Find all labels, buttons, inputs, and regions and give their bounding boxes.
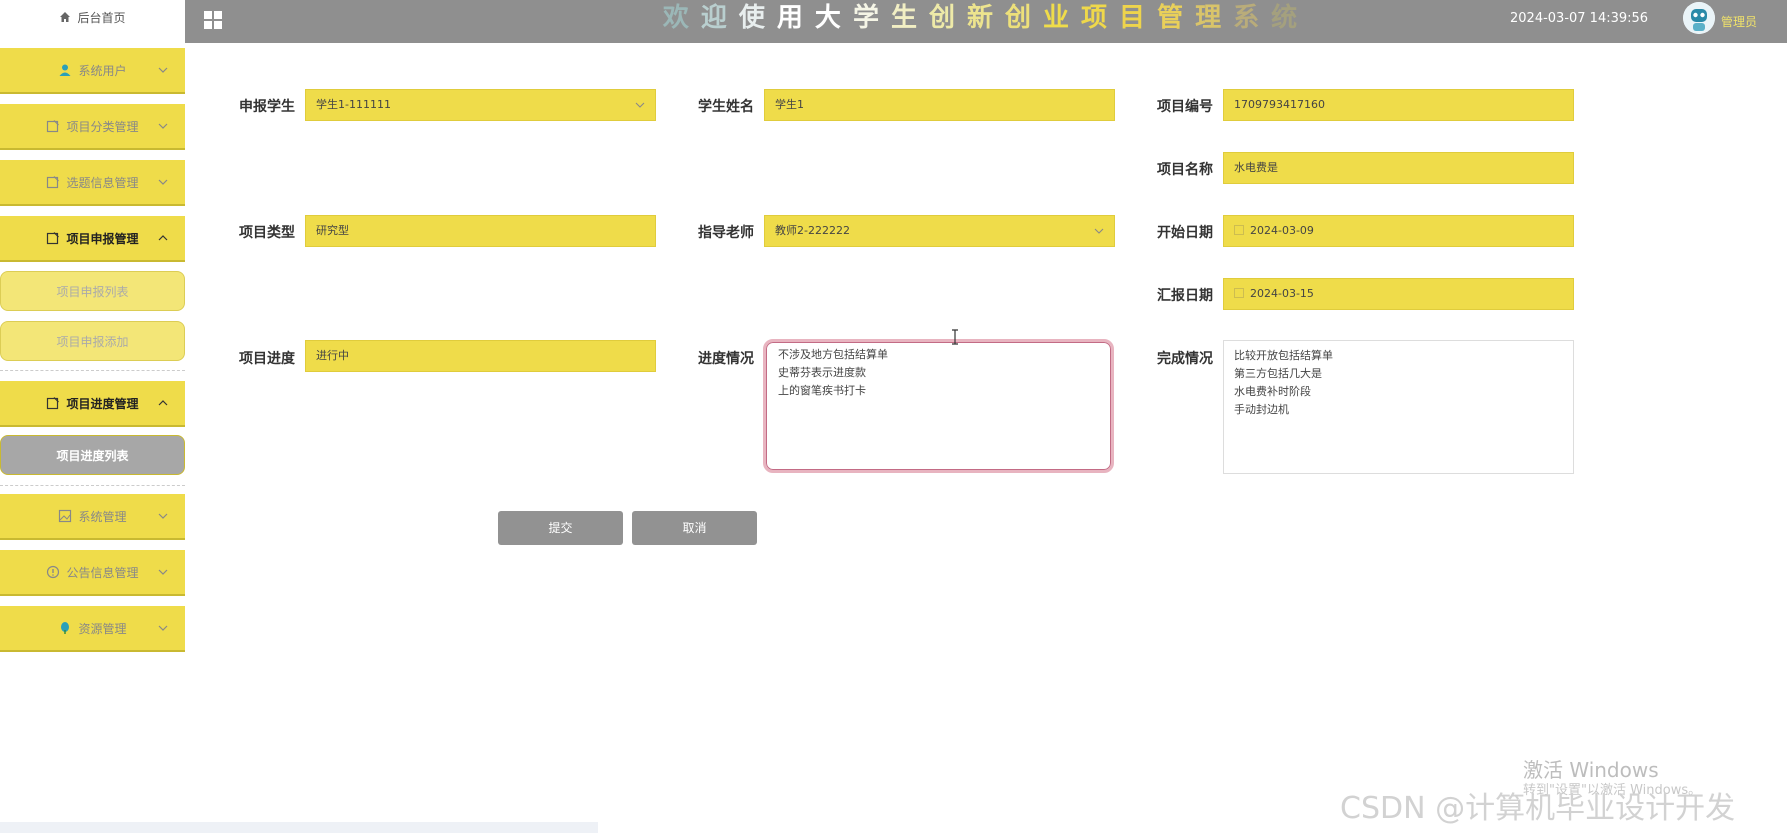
sidebar-subitem-application-list[interactable]: 项目申报列表	[0, 271, 185, 311]
sidebar-item-project-category[interactable]: 项目分类管理	[0, 104, 185, 150]
completion-label: 完成情况	[1157, 351, 1213, 367]
divider	[0, 370, 185, 371]
teacher-select[interactable]: 教师2-222222	[764, 215, 1115, 247]
image-icon	[59, 509, 72, 523]
completion-textarea[interactable]: 比较开放包括结算单 第三方包括几大是 水电费补时阶段 手动封边机	[1223, 340, 1574, 474]
chevron-up-icon	[158, 235, 168, 241]
sidebar-item-label: 资源管理	[78, 621, 127, 636]
chevron-down-icon	[1094, 228, 1104, 234]
student-name-field[interactable]: 学生1	[764, 89, 1115, 121]
sidebar-subitem-label: 项目申报列表	[56, 284, 129, 299]
chevron-up-icon	[158, 400, 168, 406]
sidebar-item-system-management[interactable]: 系统管理	[0, 494, 185, 540]
student-value: 学生1-111111	[316, 98, 391, 111]
student-select[interactable]: 学生1-111111	[305, 89, 656, 121]
project-name-value: 水电费是	[1234, 161, 1278, 174]
chevron-down-icon	[158, 569, 168, 575]
sidebar-item-label: 系统管理	[78, 509, 127, 524]
chevron-down-icon	[158, 179, 168, 185]
sidebar-item-label: 项目申报管理	[66, 231, 139, 246]
project-no-value: 1709793417160	[1234, 98, 1325, 111]
avatar[interactable]	[1683, 2, 1715, 34]
sidebar-item-label: 系统用户	[78, 63, 127, 78]
project-type-value: 研究型	[316, 224, 349, 237]
current-datetime: 2024-03-07 14:39:56	[1510, 11, 1649, 26]
student-name-value: 学生1	[775, 98, 804, 111]
cancel-button[interactable]: 取消	[632, 511, 757, 545]
submit-button[interactable]: 提交	[498, 511, 623, 545]
report-date-picker[interactable]: 2024-03-15	[1223, 278, 1574, 310]
progress-detail-label: 进度情况	[698, 351, 754, 367]
report-date-value: 2024-03-15	[1250, 287, 1314, 300]
sidebar-item-resources[interactable]: 资源管理	[0, 606, 185, 652]
text-cursor-icon	[952, 329, 958, 345]
project-name-field[interactable]: 水电费是	[1223, 152, 1574, 184]
edit-icon	[47, 232, 60, 245]
teacher-label: 指导老师	[698, 225, 754, 241]
sidebar-item-label: 项目进度管理	[66, 396, 139, 411]
project-no-label: 项目编号	[1157, 99, 1213, 115]
sidebar-subitem-application-add[interactable]: 项目申报添加	[0, 321, 185, 361]
leaf-icon	[61, 622, 70, 634]
sidebar-subitem-label: 项目申报添加	[56, 334, 129, 349]
chevron-down-icon	[158, 625, 168, 631]
user-name[interactable]: 管理员	[1721, 13, 1757, 30]
report-date-label: 汇报日期	[1157, 288, 1213, 304]
student-label: 申报学生	[239, 99, 295, 115]
sidebar-item-system-users[interactable]: 系统用户	[0, 48, 185, 94]
status-bar	[0, 822, 598, 833]
chevron-down-icon	[158, 513, 168, 519]
sidebar-item-label: 项目分类管理	[66, 119, 139, 134]
project-type-label: 项目类型	[239, 225, 295, 241]
project-type-field[interactable]: 研究型	[305, 215, 656, 247]
sidebar-item-label: 选题信息管理	[66, 175, 139, 190]
sidebar-home-link[interactable]: 后台首页	[0, 0, 185, 34]
alert-icon	[47, 565, 60, 579]
csdn-watermark: CSDN @计算机毕业设计开发	[1340, 791, 1736, 826]
progress-field[interactable]: 进行中	[305, 340, 656, 372]
project-no-field[interactable]: 1709793417160	[1223, 89, 1574, 121]
edit-icon	[47, 176, 60, 189]
sidebar-item-topic-info[interactable]: 选题信息管理	[0, 160, 185, 206]
chevron-down-icon	[635, 102, 645, 108]
sidebar-item-project-application[interactable]: 项目申报管理	[0, 216, 185, 262]
sidebar-subitem-progress-list[interactable]: 项目进度列表	[0, 435, 185, 475]
chevron-down-icon	[158, 67, 168, 73]
sidebar-item-announcement[interactable]: 公告信息管理	[0, 550, 185, 596]
sidebar-item-label: 公告信息管理	[66, 565, 139, 580]
home-icon	[60, 12, 71, 22]
start-date-picker[interactable]: 2024-03-09	[1223, 215, 1574, 247]
calendar-icon	[1234, 288, 1244, 298]
progress-value: 进行中	[316, 349, 349, 362]
project-name-label: 项目名称	[1157, 162, 1213, 178]
start-date-value: 2024-03-09	[1250, 224, 1314, 237]
teacher-value: 教师2-222222	[775, 224, 850, 237]
sidebar-home-label: 后台首页	[77, 10, 126, 25]
calendar-icon	[1234, 225, 1244, 235]
chevron-down-icon	[158, 123, 168, 129]
sidebar-subitem-label: 项目进度列表	[56, 448, 129, 463]
progress-label: 项目进度	[239, 351, 295, 367]
top-bar: 欢迎使用大学生创新创业项目管理系统 2024-03-07 14:39:56 管理…	[185, 0, 1787, 43]
start-date-label: 开始日期	[1157, 225, 1213, 241]
student-name-label: 学生姓名	[698, 99, 754, 115]
sidebar: 后台首页 系统用户 项目分类管理 选题信息管理 项目申报管理 项目申报列表 项目…	[0, 0, 185, 660]
robot-avatar-icon	[1683, 2, 1715, 34]
edit-icon	[47, 397, 60, 410]
progress-detail-textarea[interactable]: 不涉及地方包括结算单 史蒂芬表示进度款 上的窗笔疾书打卡	[763, 339, 1114, 473]
divider	[0, 485, 185, 486]
edit-icon	[47, 120, 60, 133]
sidebar-item-project-progress[interactable]: 项目进度管理	[0, 381, 185, 427]
user-icon	[59, 64, 71, 76]
